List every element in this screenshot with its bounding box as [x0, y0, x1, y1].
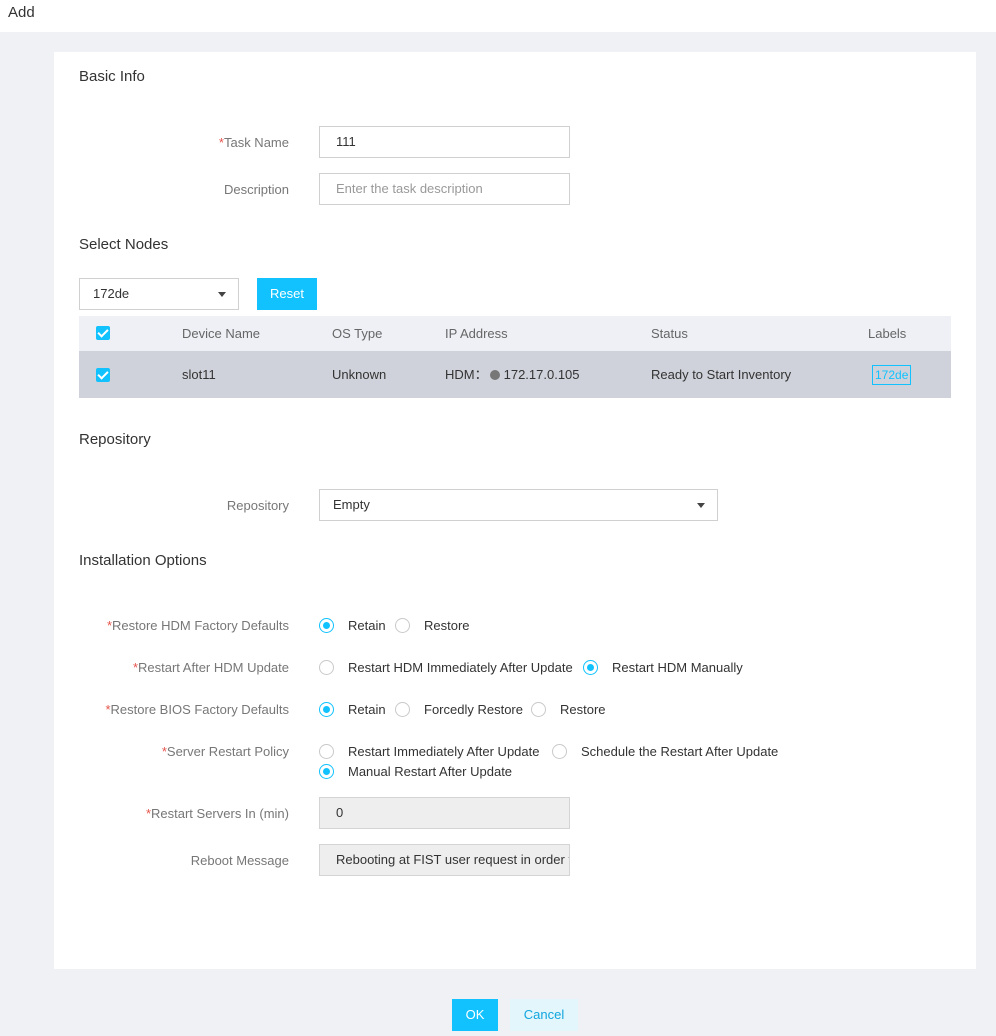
- label-filter-value: 172de: [93, 286, 130, 301]
- device-name-cell: slot11: [182, 367, 216, 382]
- nodes-table: Device Name OS Type IP Address Status La…: [79, 316, 951, 398]
- label-tag[interactable]: 172de: [872, 365, 912, 385]
- label-filter-select[interactable]: 172de: [79, 278, 239, 310]
- reboot-message-input[interactable]: Rebooting at FIST user request in order …: [319, 844, 570, 876]
- restore-hdm-label: *Restore HDM Factory Defaults: [106, 618, 289, 633]
- cancel-button[interactable]: Cancel: [510, 999, 578, 1031]
- radio-button: [395, 702, 410, 717]
- task-name-label: *Task Name: [218, 135, 289, 150]
- select-all-checkbox[interactable]: [96, 326, 110, 340]
- labels-cell: 172de: [872, 351, 912, 398]
- restore-bios-label: *Restore BIOS Factory Defaults: [105, 702, 289, 717]
- radio-button: [319, 618, 334, 633]
- row-checkbox[interactable]: [96, 368, 110, 382]
- status-dot-icon: [489, 370, 500, 380]
- ip-address-value: 172.17.0.105: [503, 367, 580, 382]
- radio-button: [531, 702, 546, 717]
- restart-servers-in-label: *Restart Servers In (min): [145, 806, 289, 821]
- section-title-select-nodes: Select Nodes: [79, 236, 169, 253]
- ip-prefix: HDM：: [445, 367, 488, 382]
- server-restart-policy-label: *Server Restart Policy: [161, 744, 289, 759]
- column-header-labels[interactable]: Labels: [868, 316, 906, 351]
- radio-button: [319, 702, 334, 717]
- ip-address-cell: HDM： 172.17.0.105: [445, 351, 580, 398]
- ok-button[interactable]: OK: [452, 999, 498, 1031]
- radio-button: [319, 744, 334, 759]
- radio-button: [552, 744, 567, 759]
- restart-servers-in-input[interactable]: 0: [319, 797, 570, 829]
- status-cell: Ready to Start Inventory: [651, 367, 792, 382]
- dialog-title: Add: [8, 4, 35, 21]
- repository-value: Empty: [333, 497, 370, 512]
- radio-button: [583, 660, 598, 675]
- chevron-down-icon: [218, 292, 226, 297]
- column-header-os-type[interactable]: OS Type: [332, 316, 382, 351]
- column-header-status[interactable]: Status: [651, 316, 688, 351]
- radio-button: [319, 764, 334, 779]
- reset-button[interactable]: Reset: [257, 278, 317, 310]
- repository-select[interactable]: Empty: [319, 489, 718, 521]
- column-header-ip-address[interactable]: IP Address: [445, 316, 508, 351]
- table-header: Device Name OS Type IP Address Status La…: [79, 316, 951, 351]
- section-title-basic-info: Basic Info: [79, 68, 145, 85]
- radio-button: [319, 660, 334, 675]
- description-input[interactable]: Enter the task description: [319, 173, 570, 205]
- dialog-header: Add: [0, 0, 996, 32]
- section-title-repository: Repository: [79, 431, 151, 448]
- repository-label: Repository: [226, 498, 289, 513]
- form-card: Basic Info *Task Name 111 Description En…: [54, 52, 976, 969]
- restart-after-hdm-label: *Restart After HDM Update: [132, 660, 289, 675]
- column-header-device-name[interactable]: Device Name: [182, 316, 260, 351]
- radio-button: [395, 618, 410, 633]
- description-label: Description: [223, 182, 289, 197]
- os-type-cell: Unknown: [332, 367, 387, 382]
- table-row[interactable]: slot11 Unknown HDM： 172.17.0.105 Ready to…: [79, 351, 951, 398]
- chevron-down-icon: [697, 503, 705, 508]
- reboot-message-label: Reboot Message: [190, 853, 289, 868]
- section-title-installation-options: Installation Options: [79, 552, 207, 569]
- task-name-input[interactable]: 111: [319, 126, 570, 158]
